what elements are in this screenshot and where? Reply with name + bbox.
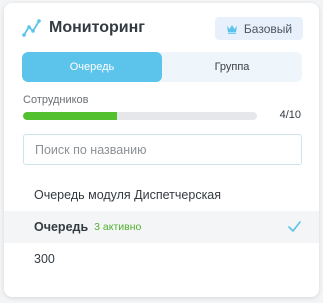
- employees-label: Сотрудников: [23, 94, 89, 106]
- employees-progress: [23, 112, 257, 120]
- employees-count: 4/10: [279, 109, 301, 121]
- tab-queue[interactable]: Очередь: [22, 52, 162, 82]
- search-input[interactable]: [23, 134, 302, 165]
- list-item[interactable]: Очередь модуля Диспетчерская: [4, 179, 319, 211]
- plan-badge[interactable]: Базовый: [215, 17, 303, 40]
- monitoring-card: Мониторинг Базовый Очередь Группа Сотруд…: [4, 3, 319, 297]
- page-title: Мониторинг: [49, 19, 145, 36]
- active-count: 3 активно: [94, 221, 142, 233]
- view-tabs: Очередь Группа: [22, 52, 302, 82]
- queue-name: Очередь: [34, 220, 89, 234]
- employees-progress-fill: [23, 112, 117, 120]
- queue-list: Очередь модуля Диспетчерская Очередь 3 а…: [4, 179, 319, 275]
- card-header: Мониторинг Базовый: [22, 17, 303, 41]
- crown-icon: [226, 24, 237, 34]
- queue-name: 300: [34, 252, 55, 266]
- plan-label: Базовый: [243, 21, 293, 36]
- list-item[interactable]: Очередь 3 активно: [4, 211, 319, 243]
- queue-name: Очередь модуля Диспетчерская: [34, 188, 222, 202]
- check-icon: [288, 221, 301, 232]
- trend-line-icon: [22, 19, 41, 37]
- list-item[interactable]: 300: [4, 243, 319, 275]
- tab-group[interactable]: Группа: [162, 52, 302, 82]
